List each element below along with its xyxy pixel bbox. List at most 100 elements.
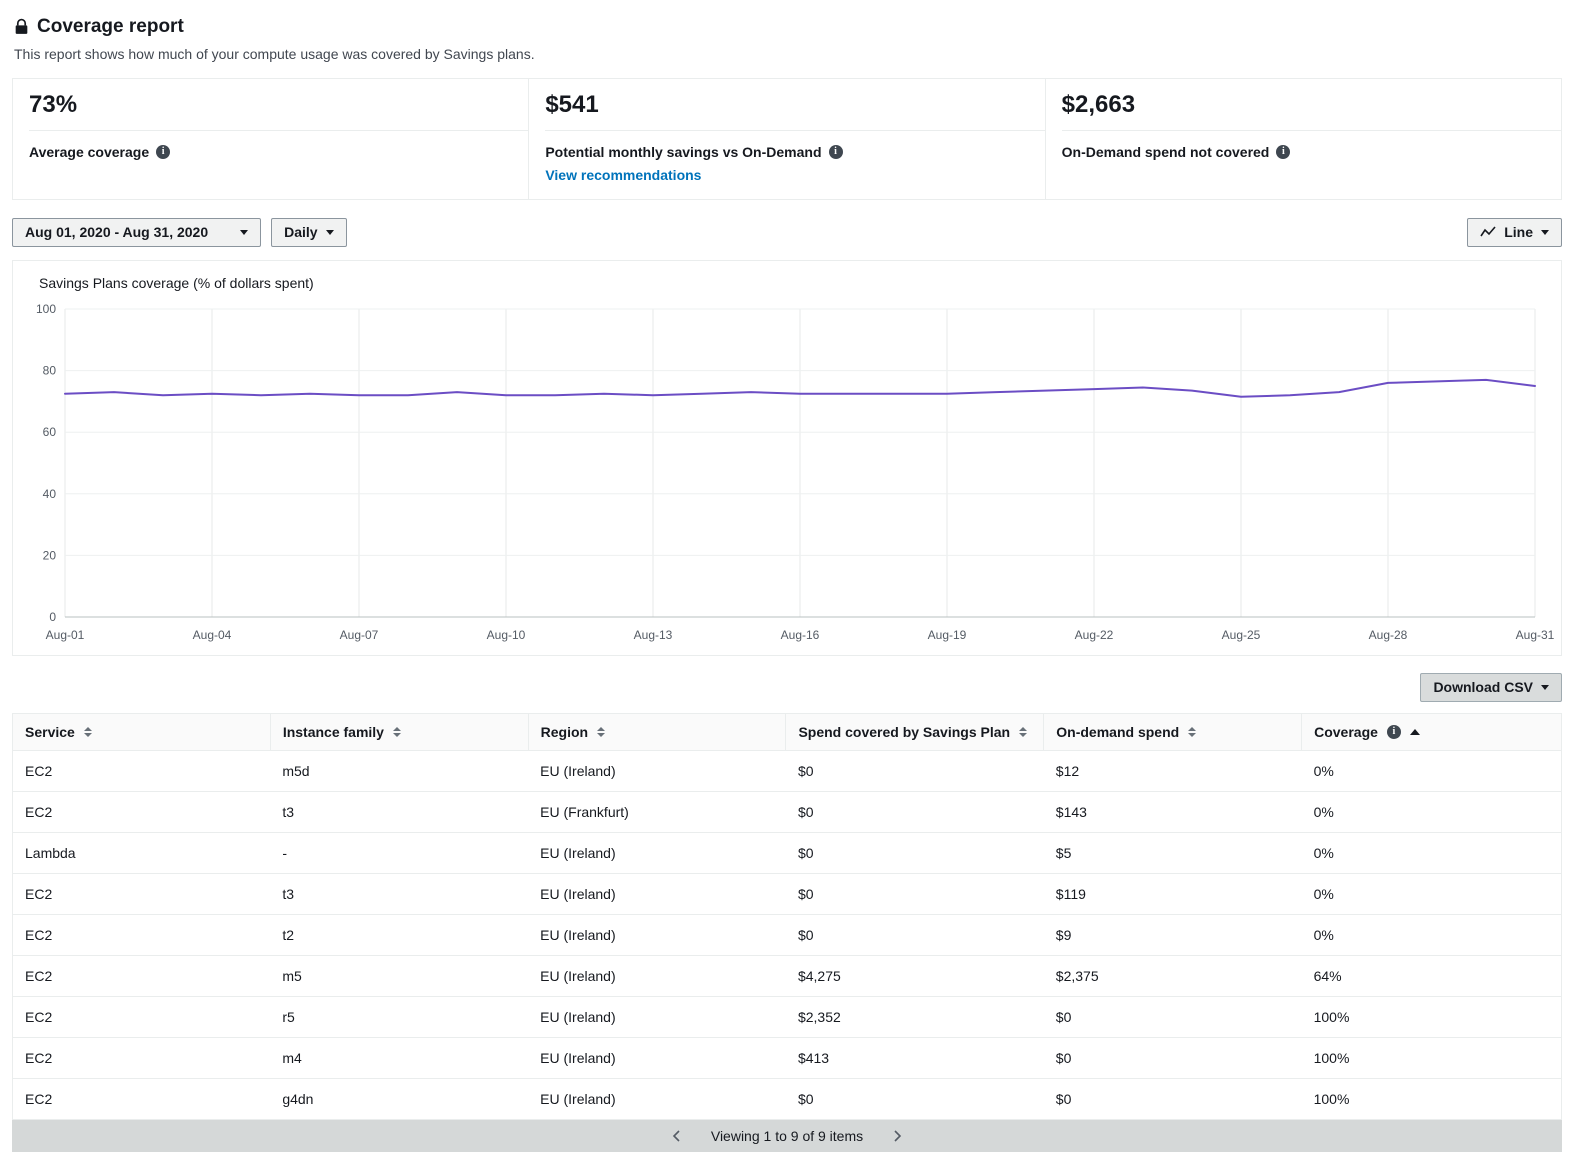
svg-text:100: 100 (36, 302, 56, 316)
chevron-down-icon (1541, 685, 1549, 690)
info-icon[interactable] (829, 145, 843, 159)
column-header-coverage[interactable]: Coverage (1302, 713, 1562, 750)
sort-arrows-icon (84, 727, 92, 737)
chart-type-label: Line (1504, 224, 1533, 240)
cell-ondemand-spend: $9 (1044, 914, 1302, 955)
coverage-table: Service Instance family Region (12, 713, 1562, 1120)
coverage-chart: Aug-01Aug-04Aug-07Aug-10Aug-13Aug-16Aug-… (13, 301, 1561, 647)
cell-region: EU (Frankfurt) (528, 791, 786, 832)
granularity-label: Daily (284, 224, 317, 240)
cell-ondemand-spend: $0 (1044, 1078, 1302, 1119)
cell-region: EU (Ireland) (528, 1078, 786, 1119)
column-label: Region (541, 724, 588, 740)
svg-text:Aug-19: Aug-19 (928, 628, 967, 642)
cell-instance-family: m5d (270, 750, 528, 791)
column-header-region[interactable]: Region (528, 713, 786, 750)
cell-ondemand-spend: $5 (1044, 832, 1302, 873)
view-recommendations-link[interactable]: View recommendations (545, 167, 701, 183)
cell-spend-covered: $2,352 (786, 996, 1044, 1037)
svg-text:0: 0 (49, 610, 56, 624)
download-csv-button[interactable]: Download CSV (1420, 673, 1562, 702)
column-header-spend-covered[interactable]: Spend covered by Savings Plan (786, 713, 1044, 750)
svg-text:Aug-07: Aug-07 (340, 628, 379, 642)
column-label: Service (25, 724, 75, 740)
cell-spend-covered: $0 (786, 750, 1044, 791)
column-label: Instance family (283, 724, 384, 740)
divider (1062, 130, 1561, 131)
stat-average-coverage: 73% Average coverage (13, 79, 529, 199)
chart-type-dropdown[interactable]: Line (1467, 218, 1562, 247)
cell-service: EC2 (13, 1078, 271, 1119)
svg-text:Aug-25: Aug-25 (1222, 628, 1261, 642)
cell-region: EU (Ireland) (528, 750, 786, 791)
stat-label: Potential monthly savings vs On-Demand (545, 144, 821, 160)
svg-text:Aug-01: Aug-01 (46, 628, 85, 642)
svg-text:40: 40 (43, 487, 57, 501)
granularity-dropdown[interactable]: Daily (271, 218, 346, 247)
column-header-instance-family[interactable]: Instance family (270, 713, 528, 750)
filter-bar: Aug 01, 2020 - Aug 31, 2020 Daily Line (12, 218, 1562, 247)
chevron-down-icon (240, 230, 248, 235)
cell-service: EC2 (13, 873, 271, 914)
cell-spend-covered: $0 (786, 791, 1044, 832)
page-title: Coverage report (37, 16, 184, 38)
sort-arrows-icon (1188, 727, 1196, 737)
stat-label: On-Demand spend not covered (1062, 144, 1270, 160)
summary-stats: 73% Average coverage $541 Potential mont… (12, 78, 1562, 200)
cell-instance-family: t3 (270, 791, 528, 832)
info-icon[interactable] (1387, 725, 1401, 739)
cell-region: EU (Ireland) (528, 996, 786, 1037)
divider (29, 130, 528, 131)
cell-spend-covered: $413 (786, 1037, 1044, 1078)
cell-coverage: 100% (1302, 1037, 1562, 1078)
info-icon[interactable] (1276, 145, 1290, 159)
cell-ondemand-spend: $0 (1044, 996, 1302, 1037)
column-label: Spend covered by Savings Plan (798, 724, 1010, 740)
cell-coverage: 0% (1302, 791, 1562, 832)
cell-coverage: 0% (1302, 914, 1562, 955)
cell-coverage: 100% (1302, 996, 1562, 1037)
cell-instance-family: - (270, 832, 528, 873)
sort-arrows-icon (597, 727, 605, 737)
stat-value: 73% (29, 91, 508, 120)
cell-instance-family: t3 (270, 873, 528, 914)
cell-ondemand-spend: $143 (1044, 791, 1302, 832)
svg-text:80: 80 (43, 363, 57, 377)
table-row: EC2t3EU (Ireland)$0$1190% (13, 873, 1562, 914)
column-header-ondemand-spend[interactable]: On-demand spend (1044, 713, 1302, 750)
column-label: Coverage (1314, 724, 1378, 740)
date-range-dropdown[interactable]: Aug 01, 2020 - Aug 31, 2020 (12, 218, 261, 247)
sort-arrows-icon (393, 727, 401, 737)
cell-region: EU (Ireland) (528, 955, 786, 996)
cell-instance-family: t2 (270, 914, 528, 955)
cell-region: EU (Ireland) (528, 873, 786, 914)
lock-icon (14, 18, 29, 36)
cell-ondemand-spend: $2,375 (1044, 955, 1302, 996)
cell-coverage: 100% (1302, 1078, 1562, 1119)
cell-coverage: 0% (1302, 873, 1562, 914)
svg-text:Aug-10: Aug-10 (487, 628, 526, 642)
stat-label: Average coverage (29, 144, 149, 160)
cell-coverage: 0% (1302, 750, 1562, 791)
svg-text:Aug-13: Aug-13 (634, 628, 673, 642)
cell-region: EU (Ireland) (528, 832, 786, 873)
table-row: EC2m5EU (Ireland)$4,275$2,37564% (13, 955, 1562, 996)
cell-service: EC2 (13, 750, 271, 791)
cell-spend-covered: $0 (786, 832, 1044, 873)
chart-title: Savings Plans coverage (% of dollars spe… (13, 273, 1561, 301)
column-label: On-demand spend (1056, 724, 1179, 740)
date-range-label: Aug 01, 2020 - Aug 31, 2020 (25, 224, 208, 240)
cell-service: Lambda (13, 832, 271, 873)
page-subtitle: This report shows how much of your compu… (14, 46, 1562, 62)
svg-text:Aug-04: Aug-04 (193, 628, 232, 642)
cell-instance-family: m4 (270, 1037, 528, 1078)
info-icon[interactable] (156, 145, 170, 159)
cell-spend-covered: $0 (786, 914, 1044, 955)
cell-region: EU (Ireland) (528, 914, 786, 955)
column-header-service[interactable]: Service (13, 713, 271, 750)
svg-text:20: 20 (43, 548, 57, 562)
cell-spend-covered: $0 (786, 873, 1044, 914)
chevron-down-icon (1541, 230, 1549, 235)
svg-text:Aug-28: Aug-28 (1369, 628, 1408, 642)
table-body: EC2m5dEU (Ireland)$0$120%EC2t3EU (Frankf… (13, 750, 1562, 1119)
